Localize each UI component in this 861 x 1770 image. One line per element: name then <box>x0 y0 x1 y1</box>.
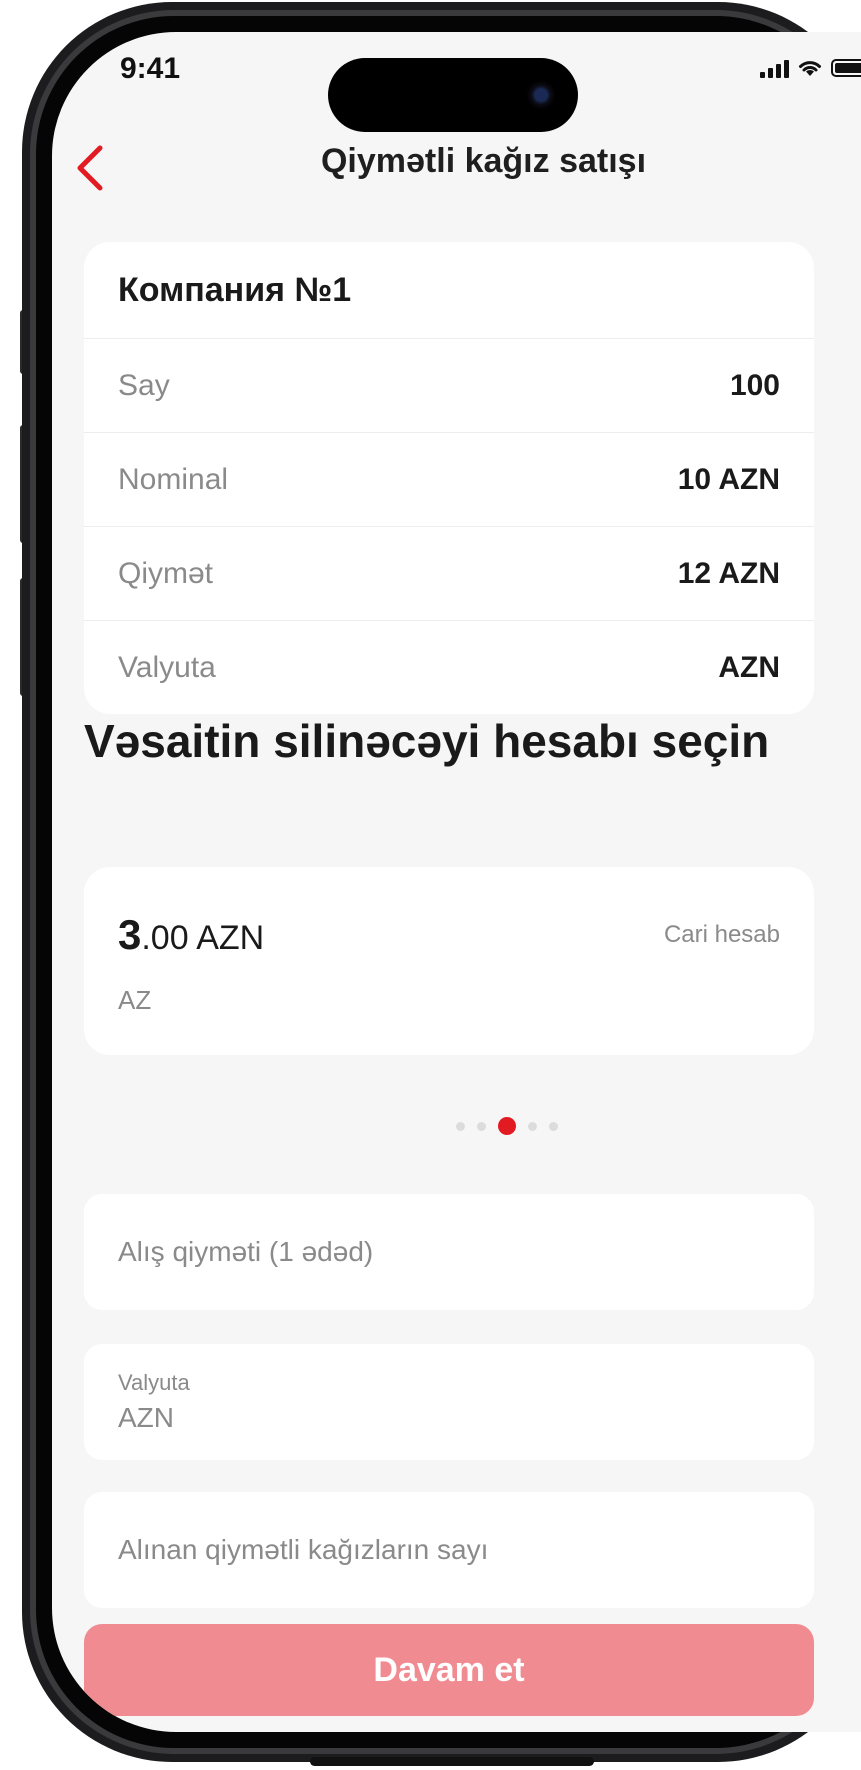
account-type: Cari hesab <box>663 921 780 948</box>
quantity-placeholder: Alınan qiymətli kağızların sayı <box>118 1534 489 1565</box>
app-screen: 9:41 Qiymətli kağız satışı Компания №1 S… <box>52 32 861 1732</box>
pagination-dot[interactable] <box>455 1121 465 1131</box>
carousel-pagination <box>52 1117 861 1135</box>
info-row-price: Qiymət 12 AZN <box>84 527 814 621</box>
page-title: Qiymətli kağız satışı <box>320 142 647 180</box>
signal-icon <box>760 58 789 78</box>
account-balance: 3.00 AZN <box>118 911 264 959</box>
pagination-dot[interactable] <box>476 1121 486 1131</box>
wifi-icon <box>799 61 821 76</box>
info-value: AZN <box>718 650 780 684</box>
price-placeholder: Alış qiyməti (1 ədəd) <box>118 1236 374 1267</box>
info-value: 12 AZN <box>677 556 780 590</box>
company-name: Компания №1 <box>84 242 814 339</box>
balance-fraction: .00 AZN <box>141 919 265 957</box>
balance-integer: 3 <box>118 911 142 958</box>
price-input[interactable]: Alış qiyməti (1 ədəd) <box>84 1194 814 1310</box>
info-value: 10 AZN <box>677 462 780 496</box>
pagination-dot-active[interactable] <box>497 1117 516 1135</box>
currency-label: Valyuta <box>118 1370 190 1395</box>
info-label: Nominal <box>118 462 229 496</box>
dynamic-island <box>328 58 578 132</box>
info-value: 100 <box>729 368 780 402</box>
status-icons <box>760 58 861 78</box>
continue-button[interactable]: Davam et <box>84 1624 814 1716</box>
info-label: Qiymət <box>118 556 214 590</box>
security-info-card: Компания №1 Say 100 Nominal 10 AZN Qiymə… <box>84 242 814 714</box>
front-camera-icon <box>526 80 556 110</box>
info-row-currency: Valyuta AZN <box>84 621 814 714</box>
info-row-say: Say 100 <box>84 339 814 433</box>
pagination-dot[interactable] <box>527 1121 537 1131</box>
currency-select[interactable]: Valyuta AZN <box>84 1344 814 1460</box>
currency-value: AZN <box>118 1402 174 1433</box>
section-title: Vəsaitin silinəcəyi hesabı seçin <box>84 715 770 767</box>
pagination-dot[interactable] <box>548 1121 558 1131</box>
account-card[interactable]: 3.00 AZN Cari hesab AZ <box>84 867 814 1055</box>
account-number: AZ <box>118 985 152 1015</box>
home-indicator[interactable] <box>310 1757 594 1766</box>
status-time: 9:41 <box>120 52 181 85</box>
info-row-nominal: Nominal 10 AZN <box>84 433 814 527</box>
info-label: Valyuta <box>118 650 216 684</box>
battery-icon <box>831 59 861 77</box>
info-label: Say <box>118 368 170 402</box>
quantity-input[interactable]: Alınan qiymətli kağızların sayı <box>84 1492 814 1608</box>
